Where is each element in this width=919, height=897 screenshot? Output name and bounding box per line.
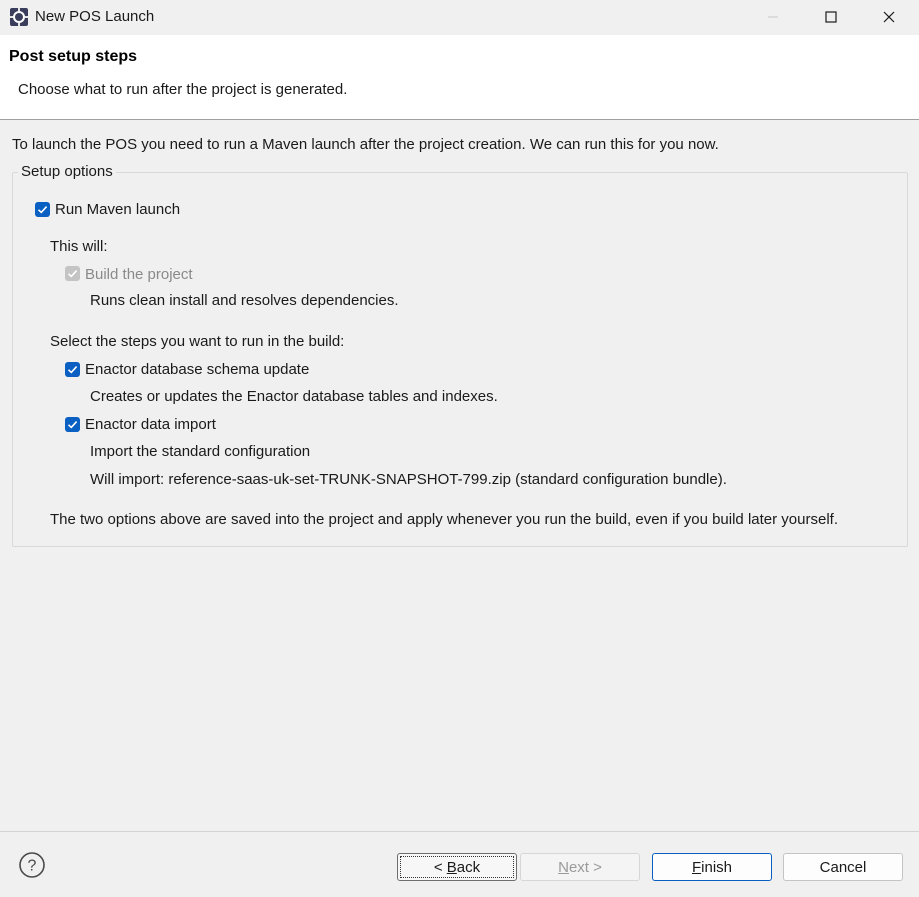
- cancel-button[interactable]: Cancel: [783, 853, 903, 881]
- checkmark-icon: [67, 366, 78, 374]
- run-maven-label[interactable]: Run Maven launch: [55, 201, 180, 218]
- data-import-checkbox[interactable]: [65, 417, 80, 432]
- intro-text: To launch the POS you need to run a Mave…: [12, 136, 719, 153]
- checkmark-icon: [67, 270, 78, 278]
- data-import-bundle: Will import: reference-saas-uk-set-TRUNK…: [90, 471, 727, 488]
- svg-text:?: ?: [28, 858, 37, 875]
- persistence-note: The two options above are saved into the…: [50, 511, 838, 528]
- wizard-header: Post setup steps Choose what to run afte…: [0, 35, 919, 120]
- schema-update-label[interactable]: Enactor database schema update: [85, 361, 309, 378]
- page-title: Post setup steps: [9, 48, 138, 65]
- help-icon: ?: [19, 852, 45, 878]
- help-button[interactable]: ?: [18, 851, 46, 879]
- run-maven-checkbox[interactable]: [35, 202, 50, 217]
- schema-update-description: Creates or updates the Enactor database …: [90, 388, 498, 405]
- schema-update-checkbox[interactable]: [65, 362, 80, 377]
- build-project-description: Runs clean install and resolves dependen…: [90, 292, 399, 309]
- maximize-icon: [825, 11, 837, 23]
- page-description: Choose what to run after the project is …: [18, 81, 348, 98]
- minimize-icon: [768, 16, 778, 18]
- window-title: New POS Launch: [35, 8, 155, 25]
- finish-button[interactable]: Finish: [652, 853, 772, 881]
- title-bar: New POS Launch: [0, 0, 919, 34]
- next-button-label: Next >: [558, 858, 602, 876]
- group-label: Setup options: [18, 163, 116, 180]
- select-steps-label: Select the steps you want to run in the …: [50, 333, 345, 350]
- build-project-checkbox: [65, 266, 80, 281]
- data-import-description: Import the standard configuration: [90, 443, 311, 460]
- minimize-button[interactable]: [750, 0, 796, 34]
- next-button[interactable]: Next >: [520, 853, 640, 881]
- close-button[interactable]: [866, 0, 912, 34]
- finish-button-label: Finish: [691, 858, 733, 876]
- checkmark-icon: [67, 421, 78, 429]
- focus-ring: [400, 856, 514, 878]
- setup-options-group: [12, 172, 908, 547]
- checkmark-icon: [37, 206, 48, 214]
- cancel-button-label: Cancel: [819, 858, 867, 876]
- back-button[interactable]: < Back: [397, 853, 517, 881]
- this-will-label: This will:: [50, 238, 108, 255]
- eclipse-app-icon: [9, 7, 29, 27]
- footer-divider: [0, 831, 919, 832]
- maximize-button[interactable]: [808, 0, 854, 34]
- data-import-label[interactable]: Enactor data import: [85, 416, 216, 433]
- close-icon: [883, 11, 895, 23]
- build-project-label: Build the project: [85, 266, 193, 283]
